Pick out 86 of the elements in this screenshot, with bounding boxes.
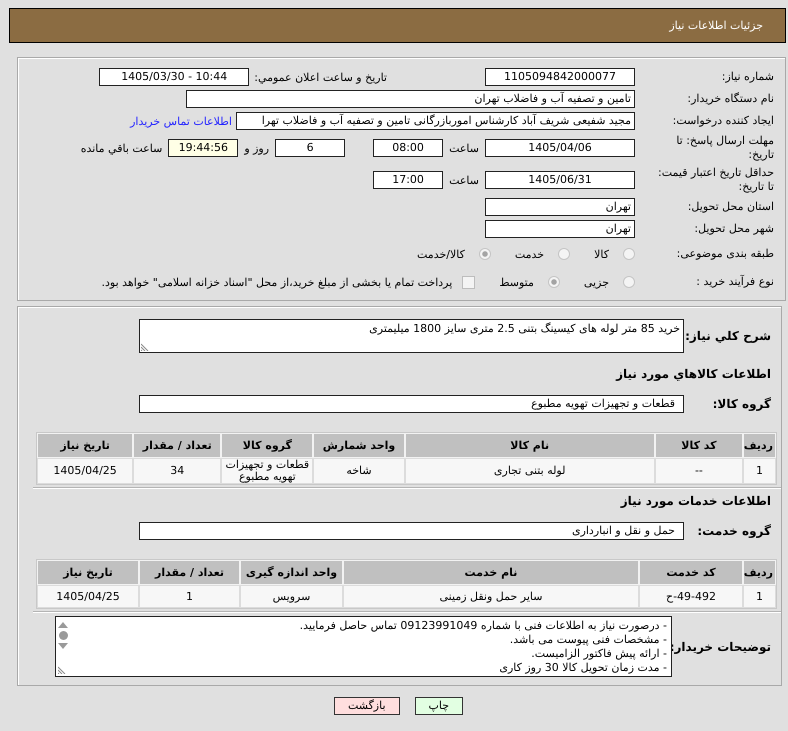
table-cell: شاخه	[313, 458, 405, 484]
description-text: خرید 85 متر لوله های کیسینگ بتنی 2.5 متری سایز 1800 میلیمتری	[369, 322, 680, 335]
column-header: تاریخ نیاز	[37, 560, 139, 585]
note-line: - مشخصات فنی پیوست می باشد.	[510, 633, 667, 647]
radio-button[interactable]	[478, 248, 491, 260]
column-header: کد خدمت	[639, 560, 743, 585]
table-cell: 1	[743, 585, 776, 608]
radio-label: کالا/خدمت	[417, 248, 465, 260]
column-header: گروه کالا	[221, 433, 314, 458]
column-header: واحد اندازه گیری	[240, 560, 343, 585]
field-label: ایجاد کننده درخواست:	[672, 114, 774, 128]
column-header: کد کالا	[654, 433, 743, 458]
deadline-date-field: 1405/04/06	[485, 139, 635, 157]
table-cell: سایر حمل ونقل زمینی	[343, 585, 639, 608]
radio-label: متوسط	[499, 276, 534, 288]
column-header: تعداد / مقدار	[133, 433, 222, 458]
field-label: شرح کلي نیاز:	[685, 329, 772, 343]
scroll-down-icon[interactable]	[58, 643, 68, 649]
buyer-contact-link[interactable]: اطلاعات تماس خریدار	[130, 114, 232, 128]
remaining-label: ساعت باقي مانده	[80, 142, 162, 154]
validity-time-field: 17:00	[373, 171, 444, 189]
radio-button[interactable]	[548, 276, 560, 288]
resize-grip-icon[interactable]	[58, 666, 66, 674]
section-title: اطلاعات خدمات مورد نیاز	[620, 494, 772, 508]
remaining-time-field: 19:44:56	[168, 139, 238, 157]
page-title-bar: جزئیات اطلاعات نیاز	[9, 8, 786, 43]
column-header: نام خدمت	[343, 560, 639, 585]
field-label: نام دستگاه خریدار:	[686, 92, 774, 106]
table-cell: ح-49-492	[639, 585, 743, 608]
table-cell: سرویس	[240, 585, 343, 608]
service-group-field: حمل و نقل و انبارداری	[139, 522, 684, 540]
column-header: واحد شمارش	[313, 433, 405, 458]
province-field: تهران	[485, 198, 635, 216]
field-label: استان محل تحویل:	[686, 200, 774, 214]
field-label: توضیحات خریدار:	[670, 640, 772, 654]
print-button[interactable]: چاپ	[414, 697, 464, 715]
requester-field: مجید شفیعی شریف آباد کارشناس اموربازرگانی تامین و تصفیه آب و فاضلاب تهرا	[236, 112, 635, 130]
time-label: ساعت	[449, 142, 479, 154]
deadline-time-field: 08:00	[373, 139, 444, 157]
time-label: ساعت	[449, 174, 479, 186]
radio-label: کالا	[594, 248, 609, 260]
buyer-organization-field: تامین و تصفیه آب و فاضلاب تهران	[186, 90, 635, 108]
table-cell: 1405/04/25	[37, 458, 134, 484]
field-label: گروه کالا:	[712, 397, 772, 411]
table-cell: لوله بتنی تجاری	[404, 458, 655, 484]
column-header: تاریخ نیاز	[37, 433, 134, 458]
note-line: - درصورت نیاز به اطلاعات فنی با شماره 09123991049 تماس حاصل فرمایید.	[300, 619, 667, 633]
note-line: - ارائه پیش فاکتور الزامیست.	[531, 647, 667, 661]
table-cell: 1405/04/25	[37, 585, 139, 608]
section-title: اطلاعات کالاهاي مورد نیاز	[616, 367, 772, 381]
resize-grip-icon[interactable]	[141, 343, 149, 351]
radio-button[interactable]	[623, 276, 635, 288]
validity-date-field: 1405/06/31	[485, 171, 635, 189]
remaining-days-field: 6	[275, 139, 346, 157]
column-header: نام کالا	[404, 433, 655, 458]
table-cell: قطعات و تجهیزات تهویه مطبوع	[221, 458, 314, 484]
radio-label: جزیی	[584, 276, 609, 288]
table-cell: 34	[133, 458, 222, 484]
note-line: - مدت زمان تحویل کالا 30 روز کاری	[499, 661, 667, 675]
table-cell: 1	[742, 458, 776, 484]
field-label: مهلت ارسال پاسخ: تا تاریخ:	[675, 134, 774, 162]
goods-group-field: قطعات و تجهیزات تهویه مطبوع	[139, 395, 684, 413]
scroll-up-icon[interactable]	[58, 622, 68, 628]
field-label: طبقه بندی موضوعی:	[676, 247, 774, 261]
field-label: شهر محل تحویل:	[693, 222, 774, 236]
column-header: ردیف	[742, 433, 776, 458]
days-label: روز و	[244, 142, 270, 154]
field-label: نوع فرآیند خرید :	[695, 275, 774, 289]
radio-button[interactable]	[623, 248, 635, 260]
field-label: تاریخ و ساعت اعلان عمومي:	[254, 70, 387, 84]
radio-label: خدمت	[514, 248, 544, 260]
table-cell: 1	[139, 585, 240, 608]
column-header: ردیف	[743, 560, 776, 585]
checkbox[interactable]	[462, 276, 476, 288]
city-field: تهران	[485, 220, 635, 238]
radio-button[interactable]	[558, 248, 570, 260]
back-button[interactable]: بازگشت	[334, 697, 400, 715]
need-number-field: 1105094842000077	[485, 68, 635, 86]
field-label: گروه خدمت:	[697, 524, 772, 538]
column-header: تعداد / مقدار	[139, 560, 240, 585]
announcement-date-field: 1405/03/30 - 10:44	[99, 68, 250, 86]
field-label: شماره نیاز:	[720, 70, 774, 84]
checkbox-label: پرداخت تمام یا بخشی از مبلغ خرید،از محل "اسناد خزانه اسلامی" خواهد بود.	[102, 276, 452, 288]
scroll-thumb-icon[interactable]	[58, 631, 68, 640]
table-cell: --	[654, 458, 743, 484]
field-label: حداقل تاریخ اعتبار قیمت: تا تاریخ:	[657, 166, 774, 194]
